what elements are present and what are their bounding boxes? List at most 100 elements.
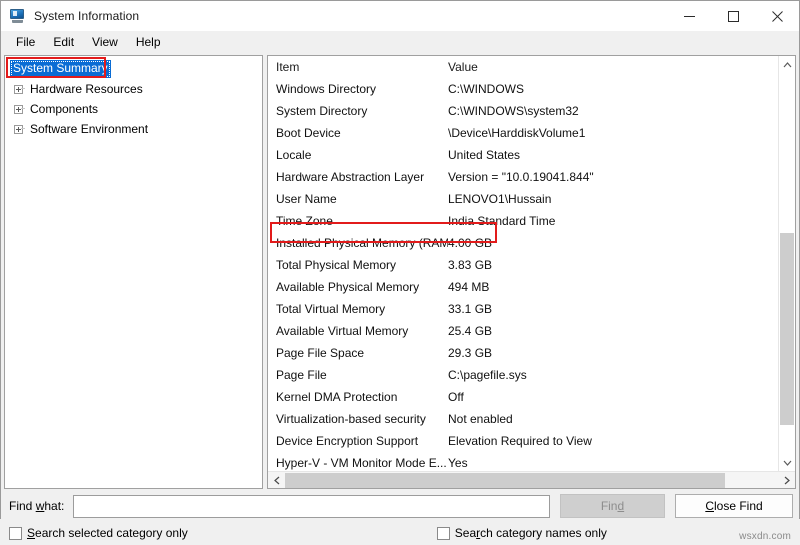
row-value: \Device\HarddiskVolume1: [448, 126, 586, 140]
checkbox-search-selected-category[interactable]: [9, 526, 22, 540]
category-tree: System Summary Hardware Resources Compon…: [5, 56, 262, 139]
row-item: User Name: [276, 192, 337, 206]
row-item: Locale: [276, 148, 312, 162]
row-item: Available Physical Memory: [276, 280, 420, 294]
row-value: Off: [448, 390, 464, 404]
row-item: Available Virtual Memory: [276, 324, 409, 338]
chevron-left-icon[interactable]: [268, 476, 285, 485]
computer-icon: [10, 8, 26, 24]
tree-item-label: Hardware Resources: [30, 82, 143, 96]
chevron-up-icon[interactable]: [779, 56, 795, 73]
row-value: 29.3 GB: [448, 346, 493, 360]
search-selected-category-group[interactable]: Search selected category only: [9, 526, 224, 540]
details-list-pane: Item Value Windows Directory C:\WINDOWS …: [267, 55, 796, 489]
system-information-window: System Information File Edit View Help S…: [0, 0, 800, 545]
menu-item-view[interactable]: View: [83, 33, 127, 52]
close-icon[interactable]: [755, 1, 799, 31]
table-row[interactable]: Available Physical Memory 494 MB: [268, 276, 778, 298]
chevron-down-icon[interactable]: [779, 454, 795, 471]
row-value: Yes: [448, 456, 468, 470]
column-header-item[interactable]: Item: [276, 60, 448, 74]
row-item: Hyper-V - VM Monitor Mode E...: [276, 456, 447, 470]
table-row[interactable]: Device Encryption Support Elevation Requ…: [268, 430, 778, 452]
table-row[interactable]: Kernel DMA Protection Off: [268, 386, 778, 408]
row-item: Kernel DMA Protection: [276, 390, 398, 404]
table-row[interactable]: Boot Device \Device\HarddiskVolume1: [268, 122, 778, 144]
horizontal-scrollbar[interactable]: [268, 471, 795, 488]
row-value: 4.00 GB: [448, 236, 493, 250]
row-item: Device Encryption Support: [276, 434, 419, 448]
table-row[interactable]: Available Virtual Memory 25.4 GB: [268, 320, 778, 342]
row-value: United States: [448, 148, 521, 162]
tree-item-components[interactable]: Components: [5, 99, 262, 119]
table-row[interactable]: Page File Space 29.3 GB: [268, 342, 778, 364]
row-value: Not enabled: [448, 412, 513, 426]
row-item: Windows Directory: [276, 82, 377, 96]
table-row[interactable]: System Directory C:\WINDOWS\system32: [268, 100, 778, 122]
expand-plus-icon[interactable]: [14, 104, 23, 114]
row-value: C:\WINDOWS: [448, 82, 524, 96]
row-value: India Standard Time: [448, 214, 556, 228]
menu-item-help[interactable]: Help: [127, 33, 170, 52]
row-item: Virtualization-based security: [276, 412, 426, 426]
vertical-scroll-thumb[interactable]: [780, 233, 794, 425]
maximize-icon[interactable]: [711, 1, 755, 31]
table-row[interactable]: Locale United States: [268, 144, 778, 166]
minimize-icon[interactable]: [667, 1, 711, 31]
search-input[interactable]: [73, 494, 550, 518]
table-row[interactable]: Hardware Abstraction Layer Version = "10…: [268, 166, 778, 188]
table-row[interactable]: Total Physical Memory 3.83 GB: [268, 254, 778, 276]
vertical-scroll-track[interactable]: [779, 73, 795, 454]
chevron-right-icon[interactable]: [778, 476, 795, 485]
window-controls: [667, 1, 799, 31]
row-item: Total Virtual Memory: [276, 302, 386, 316]
row-item: Total Physical Memory: [276, 258, 397, 272]
details-list: Item Value Windows Directory C:\WINDOWS …: [268, 56, 778, 471]
tree-item-label: Software Environment: [30, 122, 149, 136]
table-row[interactable]: Hyper-V - VM Monitor Mode E... Yes: [268, 452, 778, 471]
table-row[interactable]: Virtualization-based security Not enable…: [268, 408, 778, 430]
expand-plus-icon[interactable]: [14, 124, 23, 134]
find-what-label: Find what:: [9, 499, 65, 513]
search-options-row: Search selected category only Search cat…: [1, 521, 799, 545]
find-button[interactable]: Fin d: [560, 494, 665, 518]
row-value: 494 MB: [448, 280, 490, 294]
tree-item-hardware-resources[interactable]: Hardware Resources: [5, 79, 262, 99]
row-value: 33.1 GB: [448, 302, 493, 316]
row-value: C:\pagefile.sys: [448, 368, 527, 382]
row-value: 3.83 GB: [448, 258, 493, 272]
tree-item-label: System Summary: [10, 60, 111, 78]
table-row[interactable]: Time Zone India Standard Time: [268, 210, 778, 232]
column-header-value[interactable]: Value: [448, 60, 778, 74]
title-bar: System Information: [1, 1, 799, 31]
main-content: System Summary Hardware Resources Compon…: [1, 53, 799, 489]
close-find-button[interactable]: Close Find: [675, 494, 793, 518]
row-item: Page File: [276, 368, 327, 382]
row-value: LENOVO1\Hussain: [448, 192, 552, 206]
expand-plus-icon[interactable]: [14, 84, 23, 94]
category-tree-pane: System Summary Hardware Resources Compon…: [4, 55, 263, 489]
menu-item-file[interactable]: File: [7, 33, 44, 52]
horizontal-scroll-track[interactable]: [285, 472, 778, 489]
menu-bar: File Edit View Help: [1, 31, 799, 53]
row-item: System Directory: [276, 104, 368, 118]
list-header-row: Item Value: [268, 56, 778, 78]
table-row-installed-physical-memory[interactable]: Installed Physical Memory (RAM) 4.00 GB: [268, 232, 778, 254]
search-category-names-group[interactable]: Search category names only: [436, 526, 643, 540]
table-row[interactable]: Total Virtual Memory 33.1 GB: [268, 298, 778, 320]
row-value: 25.4 GB: [448, 324, 493, 338]
window-title: System Information: [34, 9, 140, 23]
table-row[interactable]: Page File C:\pagefile.sys: [268, 364, 778, 386]
watermark: wsxdn.com: [739, 531, 791, 542]
checkbox-search-category-names[interactable]: [436, 526, 450, 540]
row-value: C:\WINDOWS\system32: [448, 104, 579, 118]
tree-item-software-environment[interactable]: Software Environment: [5, 119, 262, 139]
horizontal-scroll-thumb[interactable]: [285, 472, 725, 488]
row-item: Boot Device: [276, 126, 341, 140]
checkbox-label: Search selected category only: [27, 526, 188, 540]
tree-item-system-summary[interactable]: System Summary: [5, 59, 262, 79]
table-row[interactable]: Windows Directory C:\WINDOWS: [268, 78, 778, 100]
table-row[interactable]: User Name LENOVO1\Hussain: [268, 188, 778, 210]
menu-item-edit[interactable]: Edit: [44, 33, 83, 52]
vertical-scrollbar[interactable]: [778, 56, 795, 471]
